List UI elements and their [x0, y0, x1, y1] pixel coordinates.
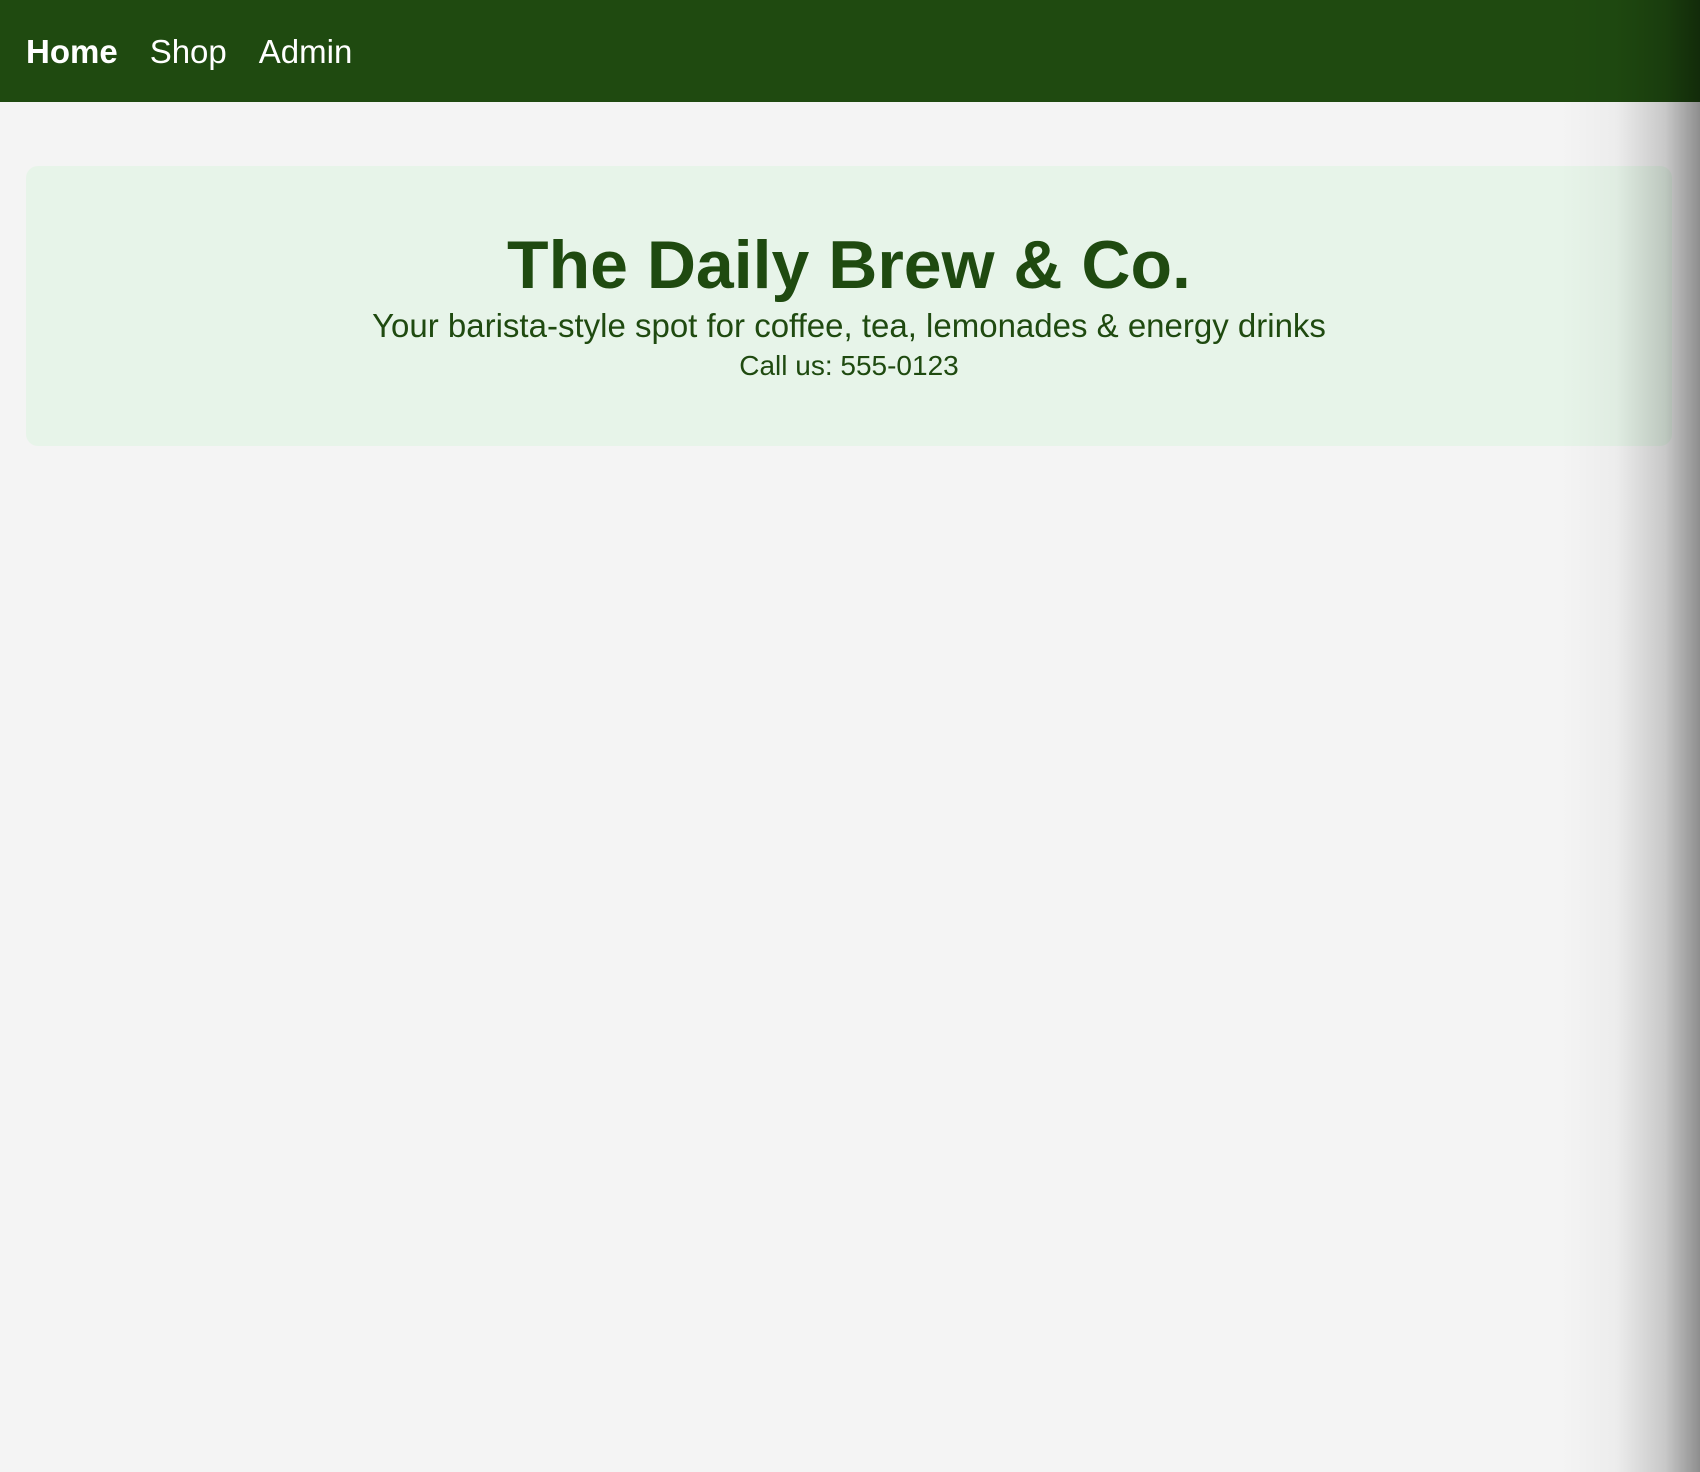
nav-link-admin[interactable]: Admin: [259, 35, 353, 68]
store-phone: Call us: 555-0123: [739, 350, 959, 381]
nav-link-home[interactable]: Home: [26, 35, 118, 68]
hero-banner: The Daily Brew & Co. Your barista-style …: [26, 166, 1672, 446]
nav-link-shop[interactable]: Shop: [150, 35, 227, 68]
top-navbar: Home Shop Admin: [0, 0, 1700, 102]
store-title: The Daily Brew & Co.: [507, 227, 1191, 303]
store-tagline: Your barista-style spot for coffee, tea,…: [372, 307, 1326, 344]
